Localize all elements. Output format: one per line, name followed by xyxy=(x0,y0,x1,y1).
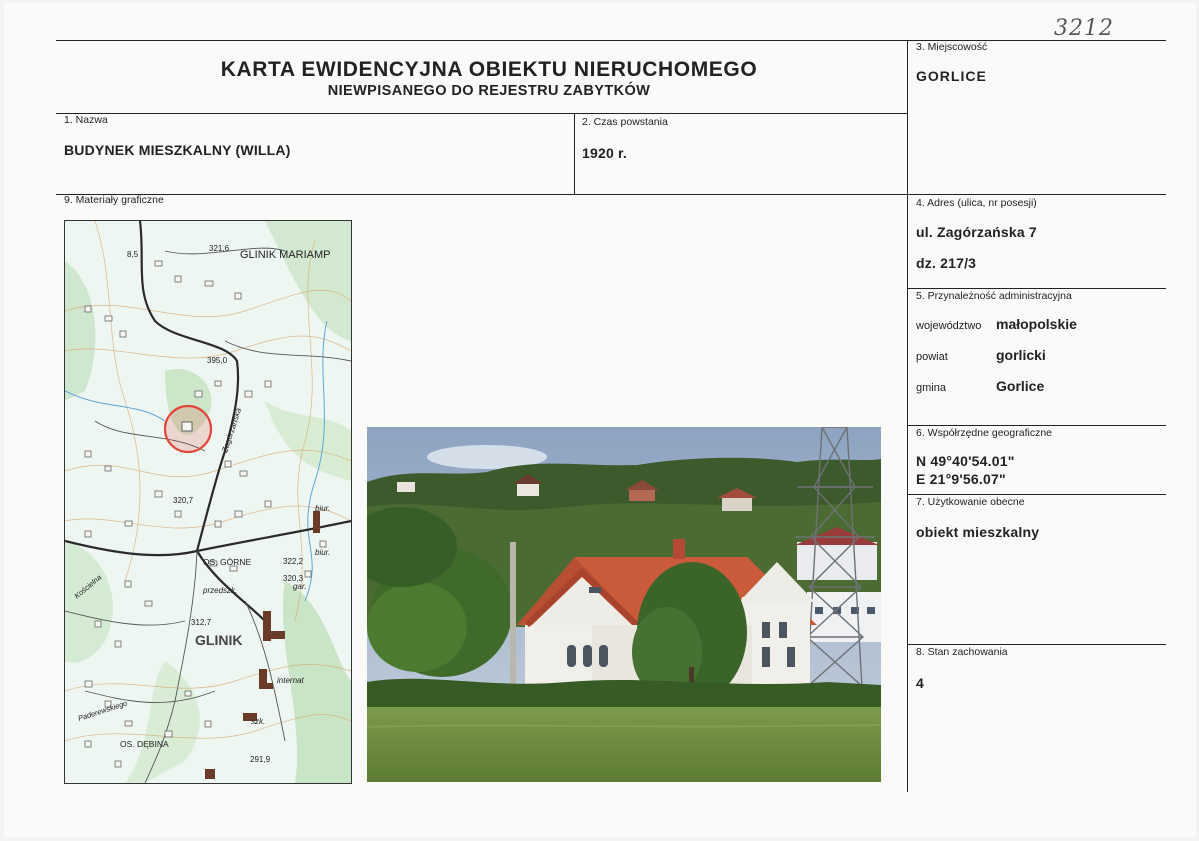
locality-label: 3. Miejscowość xyxy=(916,41,988,53)
map-drawing: GLINIK MARIAMP GLINIK OS. GÓRNE OS. DĘBI… xyxy=(65,221,351,783)
map-label-glinik-mariampol: GLINIK MARIAMP xyxy=(240,249,330,261)
usage-value: obiekt mieszkalny xyxy=(916,524,1040,540)
map-label-395-0: 395,0 xyxy=(207,356,228,365)
coords-e: E 21°9'56.07" xyxy=(916,471,1006,487)
handwritten-number: 3212 xyxy=(1054,16,1114,41)
usage-label: 7. Użytkowanie obecne xyxy=(916,496,1025,508)
map-label-os-debina: OS. DĘBINA xyxy=(120,739,169,749)
name-label: 1. Nazwa xyxy=(64,114,108,126)
rule-condition xyxy=(907,644,1166,645)
address-line-2: dz. 217/3 xyxy=(916,255,977,271)
map-label-biur-1: biur. xyxy=(315,504,330,513)
card-subtitle: NIEWPISANEGO DO REJESTRU ZABYTKÓW xyxy=(327,83,651,99)
map-label-internat: internat xyxy=(277,676,304,685)
map-label-szk: szk. xyxy=(251,717,265,726)
rule-under-name xyxy=(56,194,1166,195)
top-rule xyxy=(56,40,1166,41)
county-label: powiat xyxy=(916,351,948,363)
topographic-map: GLINIK MARIAMP GLINIK OS. GÓRNE OS. DĘBI… xyxy=(64,220,352,784)
name-value: BUDYNEK MIESZKALNY (WILLA) xyxy=(64,142,291,158)
date-label: 2. Czas powstania xyxy=(582,116,668,128)
rule-usage xyxy=(907,494,1166,495)
condition-label: 8. Stan zachowania xyxy=(916,646,1008,658)
graphics-label: 9. Materiały graficzne xyxy=(64,194,164,206)
date-value: 1920 r. xyxy=(582,145,627,161)
admin-label: 5. Przynależność administracyjna xyxy=(916,290,1072,302)
voivodeship-value: małopolskie xyxy=(996,316,1077,332)
rule-coords xyxy=(907,425,1166,426)
map-label-biur-2: biur. xyxy=(315,548,330,557)
coords-label: 6. Współrzędne geograficzne xyxy=(916,427,1052,439)
building-photo xyxy=(367,427,881,782)
card-title: KARTA EWIDENCYJNA OBIEKTU NIERUCHOMEGO xyxy=(220,58,758,81)
commune-label: gmina xyxy=(916,382,946,394)
address-label: 4. Adres (ulica, nr posesji) xyxy=(916,197,1037,209)
photo-drawing xyxy=(367,427,881,782)
divider-right-column xyxy=(907,40,908,792)
county-value: gorlicki xyxy=(996,347,1046,363)
map-label-321-6: 321,6 xyxy=(209,244,230,253)
coords-n: N 49°40'54.01" xyxy=(916,453,1015,469)
map-label-przedszk: przedszk. xyxy=(202,586,237,595)
map-label-os-gorne: OS. GÓRNE xyxy=(203,557,252,567)
rule-admin xyxy=(907,288,1166,289)
map-label-322-2: 322,2 xyxy=(283,557,304,566)
locality-value: GORLICE xyxy=(916,68,987,84)
voivodeship-label: województwo xyxy=(916,320,982,332)
map-label-312-7: 312,7 xyxy=(191,618,212,627)
map-label-8-5: 8,5 xyxy=(127,250,139,259)
address-line-1: ul. Zagórzańska 7 xyxy=(916,224,1037,240)
map-label-glinik: GLINIK xyxy=(195,632,242,648)
map-label-320-7: 320,7 xyxy=(173,496,194,505)
commune-value: Gorlice xyxy=(996,378,1045,394)
condition-value: 4 xyxy=(916,675,924,691)
rule-under-title xyxy=(56,113,908,114)
map-label-gar: gar. xyxy=(293,582,307,591)
map-label-291-9: 291,9 xyxy=(250,755,271,764)
divider-name-date xyxy=(574,113,575,194)
